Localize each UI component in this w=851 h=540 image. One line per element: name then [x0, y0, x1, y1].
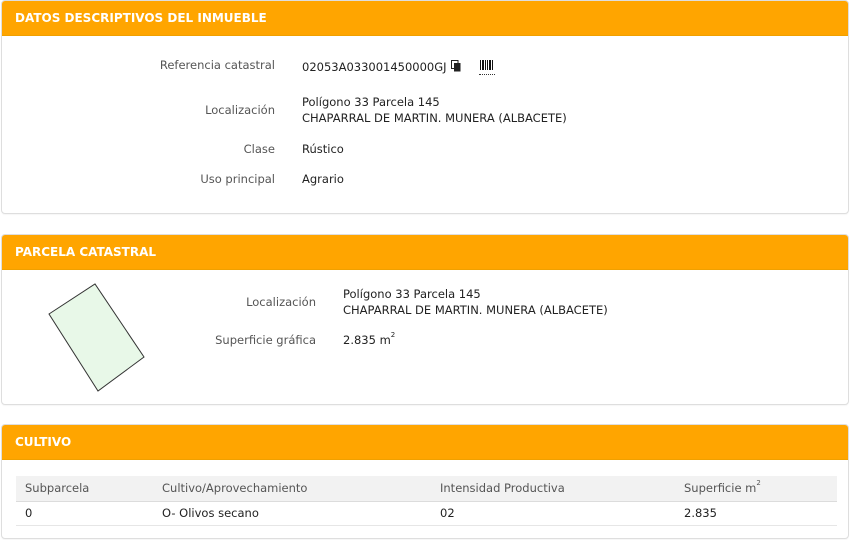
parcela-loc-line1: Polígono 33 Parcela 145: [343, 287, 481, 301]
uso-value: Agrario: [302, 172, 344, 186]
parcela-loc-line2: CHAPARRAL DE MARTIN. MUNERA (ALBACETE): [343, 303, 608, 317]
panel-cultivo: CULTIVO Subparcela Cultivo/Aprovechamien…: [1, 424, 849, 539]
uso-label: Uso principal: [200, 172, 275, 186]
cell-intensidad: 02: [440, 506, 455, 520]
table-row: 0 O- Olivos secano 02 2.835: [16, 501, 837, 525]
barcode-icon[interactable]: [478, 60, 495, 75]
loc-line2: CHAPARRAL DE MARTIN. MUNERA (ALBACETE): [302, 111, 567, 125]
clase-value: Rústico: [302, 142, 344, 156]
sup-exponent: 2: [390, 331, 396, 339]
col-cultivo: Cultivo/Aprovechamiento: [162, 481, 308, 496]
loc-line1: Polígono 33 Parcela 145: [302, 95, 440, 109]
panel-title: DATOS DESCRIPTIVOS DEL INMUEBLE: [2, 1, 848, 36]
ref-value[interactable]: 02053A033001450000GJ: [302, 60, 447, 74]
table-header-row: Subparcela Cultivo/Aprovechamiento Inten…: [16, 476, 837, 501]
cell-subparcela: 0: [25, 506, 33, 520]
panel-title: PARCELA CATASTRAL: [2, 235, 848, 270]
copy-icon[interactable]: [451, 60, 461, 75]
panel-datos-descriptivos: DATOS DESCRIPTIVOS DEL INMUEBLE Referenc…: [1, 0, 849, 214]
cell-cultivo: O- Olivos secano: [162, 506, 259, 520]
parcela-loc-label: Localización: [246, 295, 316, 309]
panel-title: CULTIVO: [2, 425, 848, 460]
col-superficie: Superficie m2: [684, 479, 761, 496]
sup-value-wrap: 2.835 m2: [343, 331, 396, 347]
ref-value-row: 02053A033001450000GJ: [302, 60, 495, 75]
loc-label: Localización: [205, 103, 275, 117]
panel-parcela-catastral: PARCELA CATASTRAL Localización Polígono …: [1, 234, 849, 405]
clase-label: Clase: [243, 142, 275, 156]
col-subparcela: Subparcela: [25, 481, 90, 496]
cultivo-table: Subparcela Cultivo/Aprovechamiento Inten…: [16, 476, 837, 526]
col-intensidad: Intensidad Productiva: [440, 481, 565, 496]
ref-label: Referencia catastral: [159, 58, 275, 72]
sup-value: 2.835 m: [343, 333, 391, 347]
cell-superficie: 2.835: [684, 506, 717, 520]
sup-label: Superficie gráfica: [215, 333, 316, 347]
